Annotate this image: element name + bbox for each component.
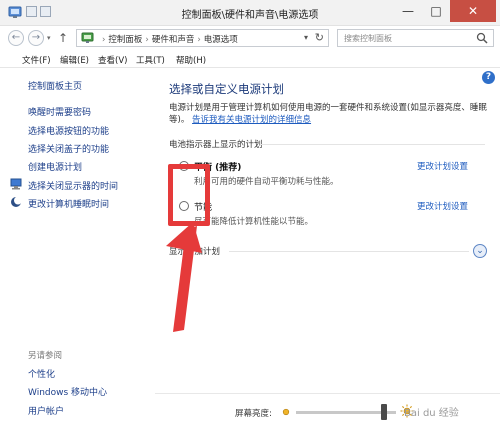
- see-also-mobility-center[interactable]: Windows 移动中心: [28, 385, 107, 398]
- menu-edit[interactable]: 编辑(E): [60, 54, 89, 66]
- brightness-slider-thumb[interactable]: [381, 404, 387, 420]
- sidebar-item-home[interactable]: 控制面板主页: [28, 79, 82, 92]
- breadcrumb-path: › 控制面板 › 硬件和声音 › 电源选项: [99, 33, 238, 45]
- plan-power-saver-description: 尽可能降低计算机性能以节能。: [194, 217, 314, 227]
- control-panel-icon: [81, 32, 94, 43]
- sidebar-item-create-plan[interactable]: 创建电源计划: [28, 160, 82, 173]
- maximize-button[interactable]: □: [422, 0, 450, 22]
- search-input[interactable]: 搜索控制面板: [337, 29, 494, 47]
- close-button[interactable]: ✕: [450, 0, 496, 22]
- sidebar-item-sleep-time[interactable]: 更改计算机睡眠时间: [28, 197, 109, 210]
- recent-locations-dropdown[interactable]: ▾: [47, 34, 51, 42]
- address-bar: ← → ▾ ↑ › 控制面板 › 硬件和声音 › 电源选项 ▾ ↻ 搜索控制面板: [0, 26, 500, 50]
- expand-chevron-icon[interactable]: ⌄: [473, 244, 487, 258]
- search-icon[interactable]: [476, 32, 488, 44]
- see-also-personalization[interactable]: 个性化: [28, 367, 55, 380]
- help-button[interactable]: ?: [482, 71, 495, 84]
- sidebar-item-power-button[interactable]: 选择电源按钮的功能: [28, 124, 109, 137]
- breadcrumb-separator: ›: [102, 35, 106, 45]
- page-description: 电源计划是用于管理计算机如何使用电源的一套硬件和系统设置(如显示器亮度、睡眠等)…: [169, 102, 487, 126]
- sidebar-item-display-off[interactable]: 选择关闭显示器的时间: [28, 179, 118, 192]
- show-additional-plans-label[interactable]: 显示附加计划: [169, 245, 220, 257]
- address-dropdown-button[interactable]: ▾: [304, 33, 308, 42]
- brightness-low-icon: [282, 408, 290, 416]
- menu-tools[interactable]: 工具(T): [136, 54, 165, 66]
- menu-view[interactable]: 查看(V): [98, 54, 127, 66]
- additional-plans-divider: [229, 251, 469, 252]
- title-bar: 控制面板\硬件和声音\电源选项 — □ ✕: [0, 0, 500, 26]
- display-icon: [10, 178, 22, 190]
- see-also-user-accounts[interactable]: 用户帐户: [28, 404, 64, 417]
- watermark: Bai du 经验: [404, 408, 459, 419]
- breadcrumb-separator: ›: [145, 35, 149, 45]
- highlight-box: [168, 164, 210, 226]
- see-also-heading: 另请参阅: [28, 351, 63, 361]
- moon-icon: [11, 196, 22, 207]
- minimize-button[interactable]: —: [394, 0, 422, 22]
- forward-button[interactable]: →: [28, 30, 44, 46]
- plan-power-saver-change-settings-link[interactable]: 更改计划设置: [417, 200, 468, 212]
- section-divider: [261, 144, 485, 145]
- section-label: 电池指示器上显示的计划: [169, 140, 263, 150]
- breadcrumb-item-power-options[interactable]: 电源选项: [204, 35, 238, 45]
- sidebar-item-lid-close[interactable]: 选择关闭盖子的功能: [28, 142, 109, 155]
- breadcrumb-item-control-panel[interactable]: 控制面板: [108, 35, 142, 45]
- breadcrumb[interactable]: › 控制面板 › 硬件和声音 › 电源选项 ▾ ↻: [76, 29, 329, 47]
- bottom-divider: [155, 393, 500, 394]
- menu-file[interactable]: 文件(F): [22, 54, 51, 66]
- menu-bar: 文件(F) 编辑(E) 查看(V) 工具(T) 帮助(H): [0, 52, 500, 68]
- sidebar-item-wake-password[interactable]: 唤醒时需要密码: [28, 105, 91, 118]
- up-button[interactable]: ↑: [58, 31, 68, 45]
- back-button[interactable]: ←: [8, 30, 24, 46]
- breadcrumb-separator: ›: [197, 35, 201, 45]
- sidebar: 控制面板主页 唤醒时需要密码 选择电源按钮的功能 选择关闭盖子的功能 创建电源计…: [0, 69, 155, 437]
- brightness-label: 屏幕亮度:: [235, 409, 272, 419]
- refresh-button[interactable]: ↻: [315, 31, 324, 44]
- breadcrumb-item-hardware-sound[interactable]: 硬件和声音: [152, 35, 195, 45]
- learn-more-link[interactable]: 告诉我有关电源计划的详细信息: [192, 115, 311, 125]
- search-placeholder: 搜索控制面板: [344, 34, 392, 43]
- plan-balanced-description: 利用可用的硬件自动平衡功耗与性能。: [194, 177, 339, 187]
- plan-balanced-change-settings-link[interactable]: 更改计划设置: [417, 160, 468, 172]
- menu-help[interactable]: 帮助(H): [176, 54, 206, 66]
- main-content: ? 选择或自定义电源计划 电源计划是用于管理计算机如何使用电源的一套硬件和系统设…: [155, 69, 500, 437]
- page-title: 选择或自定义电源计划: [169, 82, 284, 96]
